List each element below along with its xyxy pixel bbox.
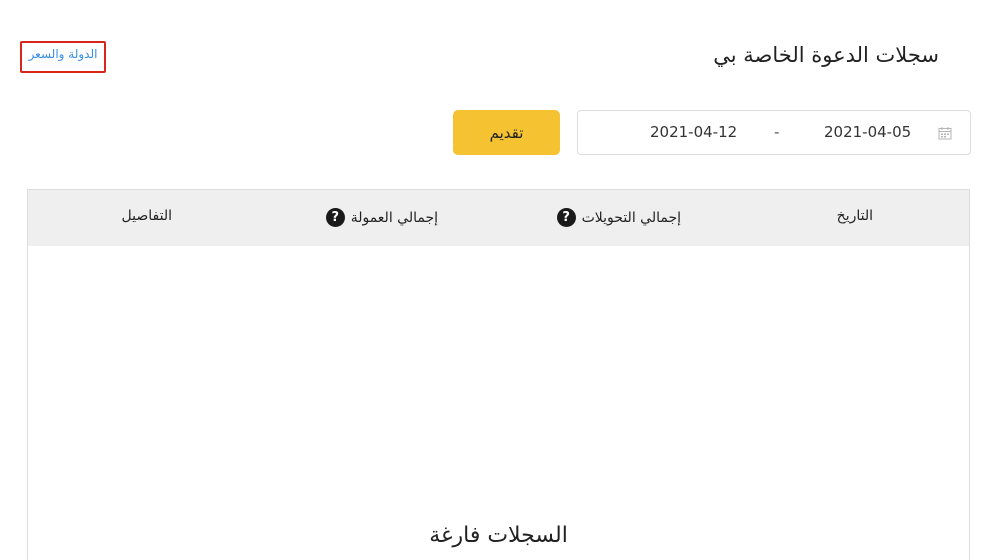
country-price-link[interactable]: الدولة والسعر bbox=[20, 41, 106, 73]
column-label-total-conversions: إجمالي التحويلات bbox=[581, 209, 681, 226]
page-title: سجلات الدعوة الخاصة بي bbox=[713, 43, 939, 67]
end-date-field[interactable]: 2021-04-12 bbox=[650, 123, 737, 141]
submit-button[interactable]: تقديم bbox=[453, 110, 560, 155]
column-label-total-commission: إجمالي العمولة bbox=[350, 209, 438, 226]
empty-state-message: السجلات فارغة bbox=[429, 523, 568, 548]
date-range-picker[interactable]: 2021-04-05 - 2021-04-12 bbox=[577, 110, 971, 155]
column-header-date: التاريخ bbox=[837, 208, 873, 224]
column-header-total-conversions: إجمالي التحويلات ? bbox=[556, 208, 681, 227]
help-icon[interactable]: ? bbox=[325, 208, 345, 227]
column-header-total-commission: إجمالي العمولة ? bbox=[325, 208, 438, 227]
page: سجلات الدعوة الخاصة بي الدولة والسعر 202… bbox=[0, 0, 986, 560]
start-date-field[interactable]: 2021-04-05 bbox=[824, 123, 911, 141]
column-header-details: التفاصيل bbox=[122, 208, 172, 224]
column-label-details: التفاصيل bbox=[121, 208, 172, 224]
invitation-records-table: التاريخ إجمالي التحويلات ? إجمالي العمول… bbox=[27, 189, 970, 560]
help-icon[interactable]: ? bbox=[556, 208, 576, 227]
calendar-icon bbox=[938, 127, 952, 140]
column-label-date: التاريخ bbox=[836, 208, 873, 224]
table-header: التاريخ إجمالي التحويلات ? إجمالي العمول… bbox=[28, 190, 969, 246]
date-separator: - bbox=[774, 123, 780, 141]
